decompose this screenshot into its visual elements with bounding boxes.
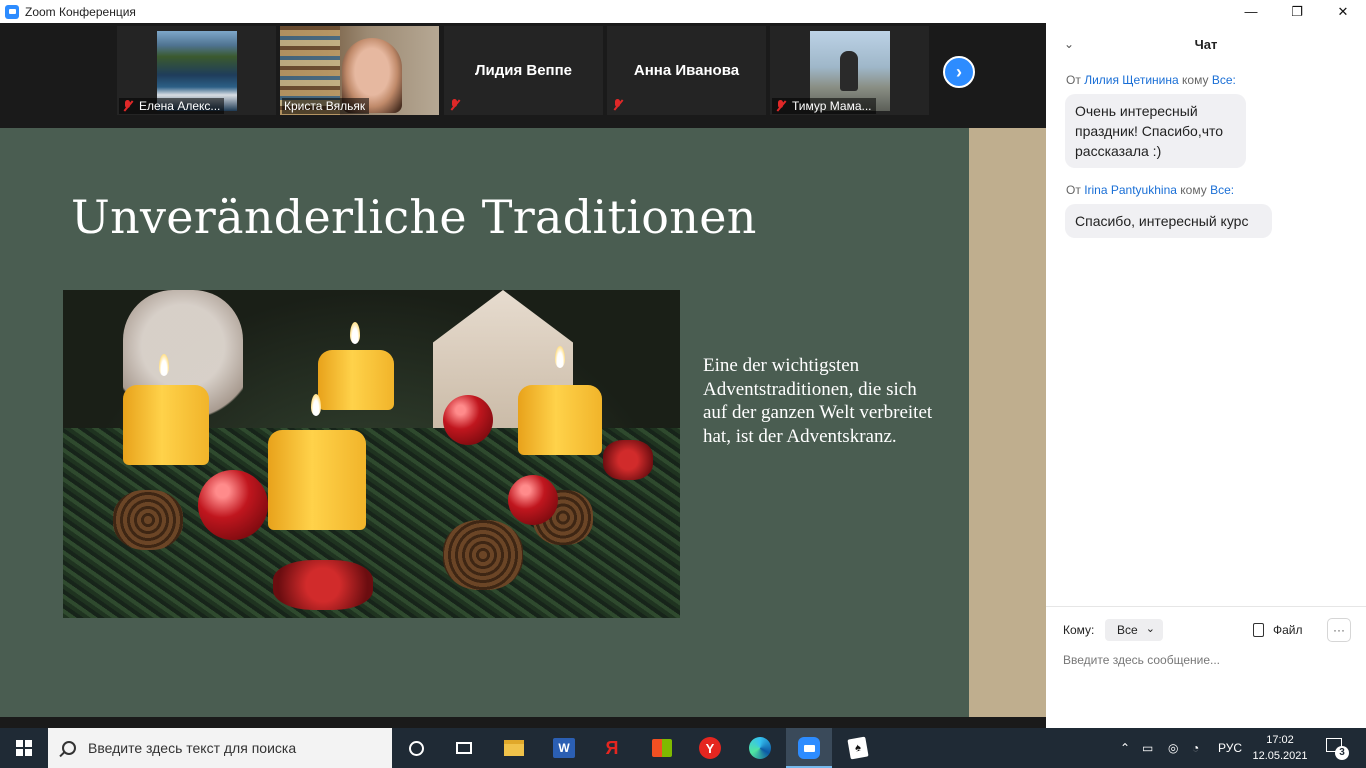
advent-wreath-image xyxy=(63,290,680,618)
message-sender[interactable]: Лилия Щетинина xyxy=(1084,73,1178,87)
yandex-browser-icon[interactable]: Y xyxy=(698,736,722,760)
participant-tile[interactable]: Криста Вяльяк xyxy=(280,26,439,115)
message-bubble: Очень интересный праздник! Спасибо,что р… xyxy=(1065,94,1246,168)
participant-name: Елена Алекс... xyxy=(139,99,221,113)
participant-tile[interactable]: Анна Иванова xyxy=(607,26,766,115)
start-button[interactable] xyxy=(0,728,48,768)
zoom-app-icon xyxy=(5,4,19,19)
windows-logo-icon xyxy=(16,740,32,756)
next-page-button[interactable]: › xyxy=(943,56,975,88)
notification-count: 3 xyxy=(1335,746,1349,760)
search-placeholder: Введите здесь текст для поиска xyxy=(88,740,297,756)
show-hidden-icons[interactable]: ⌃ xyxy=(1120,728,1130,768)
mic-muted-icon xyxy=(774,99,788,113)
restore-button[interactable]: ❐ xyxy=(1274,0,1320,23)
clock-date: 12.05.2021 xyxy=(1252,750,1308,762)
participant-label: Криста Вяльяк xyxy=(282,98,370,114)
participant-tile[interactable]: Елена Алекс... xyxy=(117,26,276,115)
window-controls: — ❐ ✕ xyxy=(1228,0,1366,23)
task-view-icon[interactable] xyxy=(452,736,476,760)
notification-center-button[interactable]: 3 xyxy=(1324,736,1349,760)
windows-taskbar: Введите здесь текст для поиска W Я Y ♠ ⌃… xyxy=(0,728,1366,768)
participant-gallery: Елена Алекс... Криста Вяльяк Лидия Веппе… xyxy=(0,23,1046,128)
chat-header: ⌄ Чат xyxy=(1046,23,1366,67)
slide-side-panel xyxy=(969,128,1046,717)
message-recipient: Все: xyxy=(1210,183,1235,197)
word-icon[interactable]: W xyxy=(552,736,576,760)
participant-name-center: Анна Иванова xyxy=(633,62,740,79)
language-indicator[interactable]: РУС xyxy=(1218,728,1242,768)
mic-muted-icon xyxy=(121,99,135,113)
store-icon[interactable] xyxy=(650,736,674,760)
participant-tile[interactable]: Тимур Мама... xyxy=(770,26,929,115)
mic-muted-icon xyxy=(611,98,625,112)
clock-time: 17:02 xyxy=(1266,734,1294,746)
participant-name: Криста Вяльяк xyxy=(284,99,366,113)
minimize-button[interactable]: — xyxy=(1228,0,1274,23)
yandex-icon[interactable]: Я xyxy=(600,736,624,760)
chat-panel: ⌄ Чат От Лилия Щетинина кому Все: Очень … xyxy=(1046,23,1366,728)
more-options-button[interactable]: ··· xyxy=(1327,618,1351,642)
slide-title: Unveränderliche Traditionen xyxy=(71,190,757,244)
solitaire-icon[interactable]: ♠ xyxy=(846,736,870,760)
zoom-icon[interactable] xyxy=(797,736,821,760)
window-titlebar: Zoom Конференция — ❐ ✕ xyxy=(0,0,1366,23)
message-sender[interactable]: Irina Pantyukhina xyxy=(1084,183,1177,197)
chat-divider xyxy=(1046,606,1366,607)
to-label: Кому: xyxy=(1063,623,1095,637)
webcam-icon[interactable]: ◎ xyxy=(1168,728,1178,768)
shared-slide: Unveränderliche Traditionen Eine der wic… xyxy=(0,128,969,717)
message-bubble: Спасибо, интересный курс xyxy=(1065,204,1272,238)
recipient-select[interactable]: Все ⌄ xyxy=(1105,619,1163,641)
message-recipient: Все: xyxy=(1211,73,1236,87)
message-meta: От Irina Pantyukhina кому Все: xyxy=(1066,183,1235,197)
cortana-icon[interactable] xyxy=(404,736,428,760)
message-meta: От Лилия Щетинина кому Все: xyxy=(1066,73,1236,87)
chevron-down-icon: ⌄ xyxy=(1145,623,1155,635)
close-button[interactable]: ✕ xyxy=(1320,0,1366,23)
participant-name: Тимур Мама... xyxy=(792,99,872,113)
search-icon xyxy=(62,741,76,755)
chat-message-input[interactable] xyxy=(1063,649,1353,671)
window-title: Zoom Конференция xyxy=(25,4,136,19)
participant-label: Елена Алекс... xyxy=(119,98,225,114)
participant-tile[interactable]: Лидия Веппе xyxy=(444,26,603,115)
file-explorer-icon[interactable] xyxy=(502,736,526,760)
wifi-icon[interactable]: ◔ xyxy=(1192,728,1199,768)
taskbar-clock[interactable]: 17:02 12.05.2021 xyxy=(1250,732,1310,764)
participant-label: Тимур Мама... xyxy=(772,98,876,114)
chat-title: Чат xyxy=(1194,37,1218,52)
participant-name-center: Лидия Веппе xyxy=(474,62,573,79)
slide-body-text: Eine der wichtigsten Adventstraditionen,… xyxy=(703,355,933,447)
file-button[interactable]: Файл xyxy=(1253,621,1303,639)
battery-icon[interactable]: ▭ xyxy=(1142,728,1153,768)
file-icon xyxy=(1253,623,1264,637)
edge-icon[interactable] xyxy=(748,736,772,760)
taskbar-search[interactable]: Введите здесь текст для поиска xyxy=(48,728,392,768)
mic-muted-icon xyxy=(448,98,462,112)
